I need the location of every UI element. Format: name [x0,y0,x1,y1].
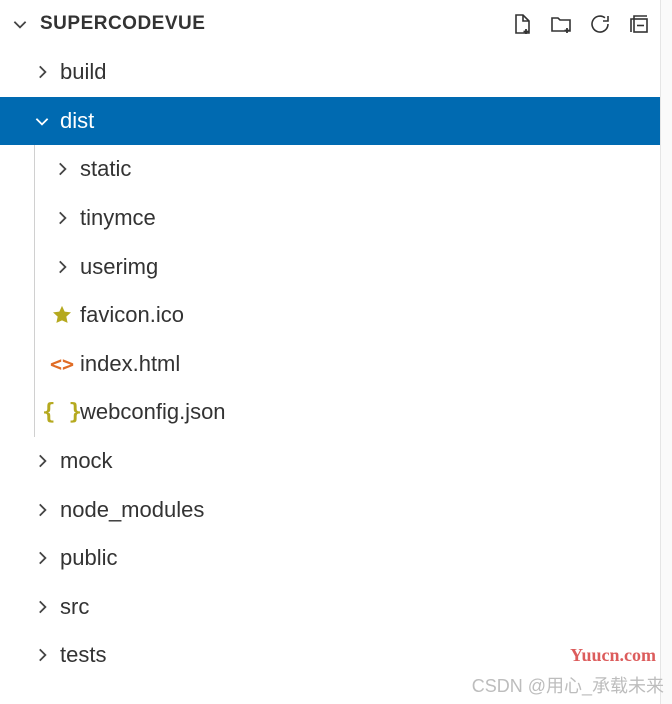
collapse-all-icon[interactable] [626,11,652,37]
new-file-icon[interactable] [509,11,535,37]
chevron-right-icon[interactable] [28,646,56,664]
file-item[interactable]: favicon.ico [0,291,660,340]
file-tree: build dist static tinymce userimg favicon.ico… [0,48,660,680]
item-label: tinymce [76,205,156,231]
item-label: index.html [76,351,180,377]
folder-item[interactable]: static [0,145,660,194]
folder-item[interactable]: node_modules [0,485,660,534]
chevron-right-icon[interactable] [28,598,56,616]
chevron-right-icon[interactable] [48,258,76,276]
folder-item[interactable]: userimg [0,242,660,291]
folder-item[interactable]: build [0,48,660,97]
html-file-icon: <> [48,352,76,376]
file-item[interactable]: <>index.html [0,340,660,389]
json-file-icon: { } [48,400,76,425]
folder-item[interactable]: public [0,534,660,583]
folder-item[interactable]: src [0,583,660,632]
item-label: tests [56,642,106,668]
item-label: node_modules [56,497,204,523]
item-label: public [56,545,117,571]
folder-item[interactable]: tinymce [0,194,660,243]
chevron-right-icon[interactable] [28,452,56,470]
item-label: favicon.ico [76,302,184,328]
chevron-right-icon[interactable] [48,160,76,178]
chevron-down-icon[interactable] [6,15,34,33]
item-label: static [76,156,131,182]
folder-item[interactable]: mock [0,437,660,486]
explorer-actions [509,11,652,37]
chevron-right-icon[interactable] [28,549,56,567]
chevron-down-icon[interactable] [28,112,56,130]
item-label: build [56,59,106,85]
new-folder-icon[interactable] [548,11,574,37]
explorer-header: SUPERCODEVUE [0,0,660,48]
star-file-icon [48,304,76,326]
folder-item[interactable]: dist [0,97,660,146]
item-label: src [56,594,89,620]
item-label: mock [56,448,113,474]
watermark-text: Yuucn.com [570,645,656,666]
file-explorer-panel: SUPERCODEVUE build dist static tinymce useri… [0,0,661,704]
chevron-right-icon[interactable] [28,501,56,519]
watermark-text: CSDN @用心_承载未来 [472,672,664,698]
chevron-right-icon[interactable] [28,63,56,81]
refresh-icon[interactable] [587,11,613,37]
chevron-right-icon[interactable] [48,209,76,227]
item-label: dist [56,108,94,134]
file-item[interactable]: { }webconfig.json [0,388,660,437]
project-title: SUPERCODEVUE [40,13,205,35]
item-label: webconfig.json [76,399,226,425]
item-label: userimg [76,254,158,280]
